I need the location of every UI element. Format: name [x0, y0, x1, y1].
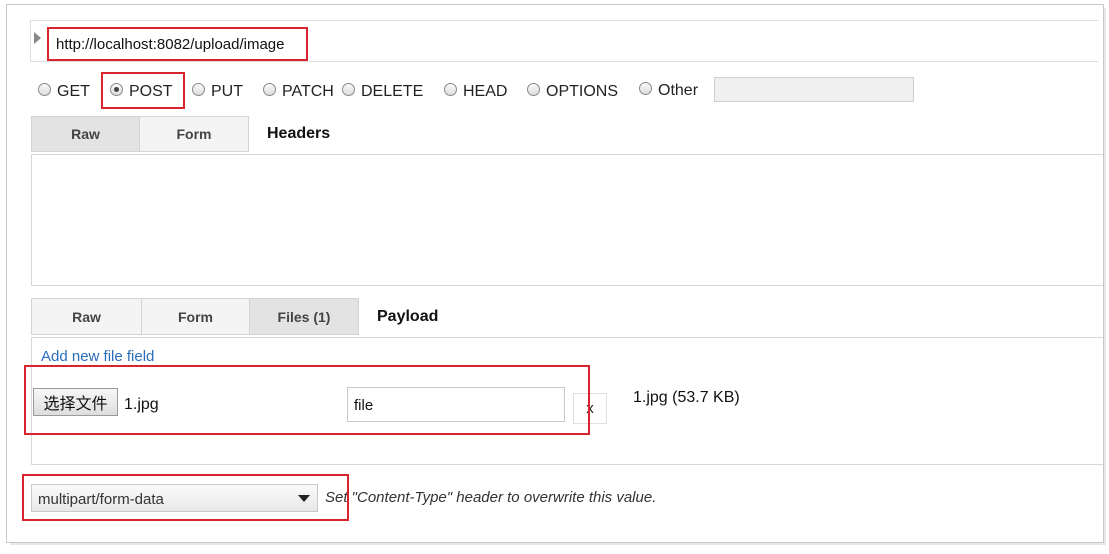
- payload-tab-raw[interactable]: Raw: [31, 298, 142, 335]
- headers-tab-raw[interactable]: Raw: [31, 116, 140, 152]
- file-info: 1.jpg (53.7 KB): [633, 389, 740, 406]
- headers-textarea[interactable]: [31, 154, 1103, 286]
- method-delete-label[interactable]: DELETE: [361, 83, 423, 101]
- payload-tab-form[interactable]: Form: [141, 298, 250, 335]
- method-put-radio[interactable]: [192, 83, 205, 96]
- method-patch-radio[interactable]: [263, 83, 276, 96]
- method-delete-radio[interactable]: [342, 83, 355, 96]
- payload-tab-files[interactable]: Files (1): [249, 298, 359, 335]
- encoding-hint: Set "Content-Type" header to overwrite t…: [325, 489, 657, 506]
- url-row-left-border: [30, 20, 31, 62]
- payload-title: Payload: [377, 308, 439, 325]
- method-get-label[interactable]: GET: [57, 83, 90, 101]
- method-other-label[interactable]: Other: [658, 82, 698, 100]
- headers-tab-form[interactable]: Form: [139, 116, 249, 152]
- method-options-radio[interactable]: [527, 83, 540, 96]
- headers-title: Headers: [267, 125, 331, 142]
- highlight-url: [47, 27, 308, 61]
- highlight-file-row: [24, 365, 590, 435]
- other-method-input[interactable]: [714, 77, 914, 102]
- method-head-label[interactable]: HEAD: [463, 83, 507, 101]
- method-patch-label[interactable]: PATCH: [282, 83, 334, 101]
- method-put-label[interactable]: PUT: [211, 83, 243, 101]
- add-file-field-link[interactable]: Add new file field: [41, 348, 154, 365]
- method-other-radio[interactable]: [639, 82, 652, 95]
- method-get-radio[interactable]: [38, 83, 51, 96]
- highlight-post: [101, 72, 185, 109]
- method-options-label[interactable]: OPTIONS: [546, 83, 618, 101]
- url-row-top-border: [30, 20, 1098, 21]
- method-head-radio[interactable]: [444, 83, 457, 96]
- expand-arrow-icon[interactable]: [34, 32, 41, 44]
- url-row-bottom-border: [30, 61, 1098, 62]
- highlight-encoding: [22, 474, 349, 521]
